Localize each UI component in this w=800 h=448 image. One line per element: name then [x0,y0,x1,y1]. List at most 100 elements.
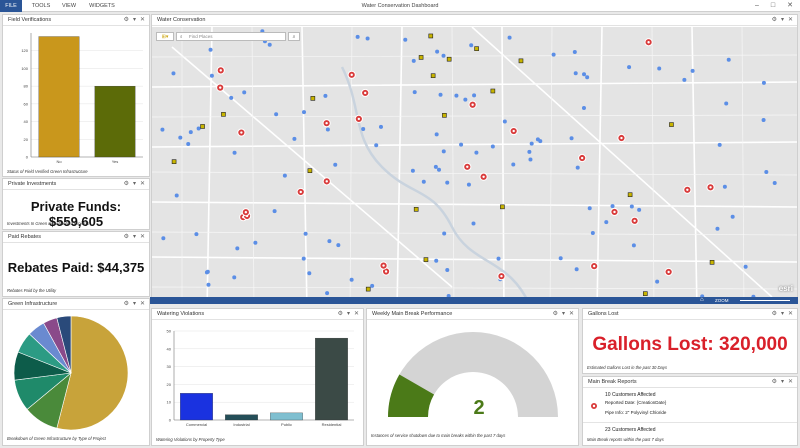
gallons-lost-value: Gallons Lost: 320,000 [592,334,788,355]
gear-icon[interactable]: ⚙ [338,309,344,320]
gear-icon[interactable]: ⚙ [772,15,778,26]
violation-marker [430,73,436,79]
water-point-marker [186,141,191,146]
water-point-marker [433,164,438,169]
water-point-marker [574,267,579,272]
x-tick-label: No [56,159,62,164]
report-list-item[interactable]: 10 Customers Affected Reported Date: {Cr… [583,391,797,423]
green-infrastructure-panel: Green Infrastructure ⚙ ▾ ✕ Breakdown of Gr… [2,298,150,446]
water-conservation-map-panel: Water Conservation ⚙ ▾ ✕ ⊞▾ ⌕ Find Places ⌕… [151,14,798,304]
water-point-marker [722,184,727,189]
menu-view[interactable]: VIEW [58,0,80,12]
water-point-marker [627,65,632,70]
close-icon[interactable]: ✕ [354,309,360,320]
bar [225,414,258,421]
menu-tools[interactable]: TOOLS [28,0,54,12]
gear-icon[interactable]: ⚙ [553,309,559,320]
violation-marker [442,113,447,118]
water-point-marker [178,135,183,140]
gear-icon[interactable]: ⚙ [124,15,130,26]
main-break-marker-center [633,219,636,222]
water-point-marker [454,93,459,98]
main-break-reports-panel: Main Break Reports ⚙ ▾ ✕ 10 Customers Affe… [582,376,798,446]
water-point-marker [232,275,237,280]
menu-widgets[interactable]: WIDGETS [86,0,118,12]
panel-title: Watering Violations [152,309,363,320]
main-break-marker-center [709,186,712,189]
weekly-main-break-panel: Weekly Main Break Performance ⚙ ▾ ✕ 2 Inst… [366,308,579,446]
water-point-marker [267,42,272,47]
close-icon[interactable]: ✕ [140,299,146,310]
water-point-marker [629,204,634,209]
chevron-down-icon[interactable]: ▾ [562,309,566,320]
search-button[interactable]: ⌕ [288,32,300,41]
zoom-slider[interactable] [740,300,790,301]
report-list-item[interactable]: 23 Customers Affected [583,425,797,434]
chevron-down-icon[interactable]: ▾ [347,309,351,320]
water-point-marker [527,149,532,154]
chevron-down-icon[interactable]: ▾ [781,309,785,320]
water-point-marker [445,268,450,273]
close-icon[interactable]: ✕ [140,179,146,190]
water-point-marker [442,231,447,236]
water-point-marker [582,72,587,77]
close-icon[interactable]: ✕ [788,377,794,388]
main-break-marker-center [613,210,616,214]
panel-tools: ⚙ ▾ ✕ [121,299,146,310]
water-point-marker [206,282,211,287]
menu-file[interactable]: FILE [0,0,22,12]
water-point-marker [581,105,586,110]
main-break-marker-center [364,91,367,95]
close-icon[interactable]: ✕ [140,15,146,26]
map-canvas[interactable] [152,26,797,303]
basemap-icon[interactable]: ⊞▾ [156,32,174,41]
chevron-down-icon[interactable]: ▾ [133,179,137,190]
water-point-marker [412,90,417,95]
home-icon[interactable]: ⌂ [700,296,704,305]
gear-icon[interactable]: ⚙ [124,179,130,190]
water-point-marker [471,221,476,226]
gear-icon[interactable]: ⚙ [772,377,778,388]
main-break-marker-center [350,73,353,77]
close-icon[interactable]: ✕ [569,309,575,320]
water-point-marker [715,226,720,231]
chevron-down-icon[interactable]: ▾ [133,15,137,26]
water-point-marker [743,264,748,269]
panel-title: Water Conservation [152,15,797,26]
maximize-button[interactable]: □ [766,0,780,12]
gear-icon[interactable]: ⚙ [124,232,130,243]
water-point-marker [410,168,415,173]
close-icon[interactable]: ✕ [788,15,794,26]
violation-marker [474,46,479,51]
report-title: 10 Customers Affected [605,392,656,398]
water-point-marker [772,181,777,186]
indicator-caption: Investments In Green Infrastructure Proj… [7,221,90,226]
panel-tools: ⚙ ▾ ✕ [550,309,575,320]
gauge-caption: Instances of service shutdown due to mai… [371,433,506,438]
water-point-marker [529,141,534,146]
gear-icon[interactable]: ⚙ [124,299,130,310]
water-point-marker [301,256,306,261]
minimize-button[interactable]: – [750,0,764,12]
water-point-marker [585,75,590,80]
search-icon: ⌕ [180,34,183,39]
water-point-marker [573,71,578,76]
field-verifications-chart: 0 20 40 60 80 100 120 No Yes [21,33,143,164]
water-point-marker [474,150,479,155]
search-input[interactable]: ⌕ Find Places [176,32,286,41]
water-point-marker [208,47,213,52]
close-icon[interactable]: ✕ [788,309,794,320]
gear-icon[interactable]: ⚙ [772,309,778,320]
close-window-button[interactable]: ✕ [783,0,797,12]
panel-title: Main Break Reports [583,377,797,388]
water-point-marker [511,162,516,167]
report-pipe-info: Pipe Info: 2" Polyvinyl Chloride [605,410,667,415]
water-point-marker [229,95,234,100]
chevron-down-icon[interactable]: ▾ [781,377,785,388]
chevron-down-icon[interactable]: ▾ [133,299,137,310]
close-icon[interactable]: ✕ [140,232,146,243]
y-tick-label: 40 [24,119,29,124]
chevron-down-icon[interactable]: ▾ [133,232,137,243]
chevron-down-icon[interactable]: ▾ [781,15,785,26]
report-date: Reported Date: {CreationDate} [605,400,667,405]
